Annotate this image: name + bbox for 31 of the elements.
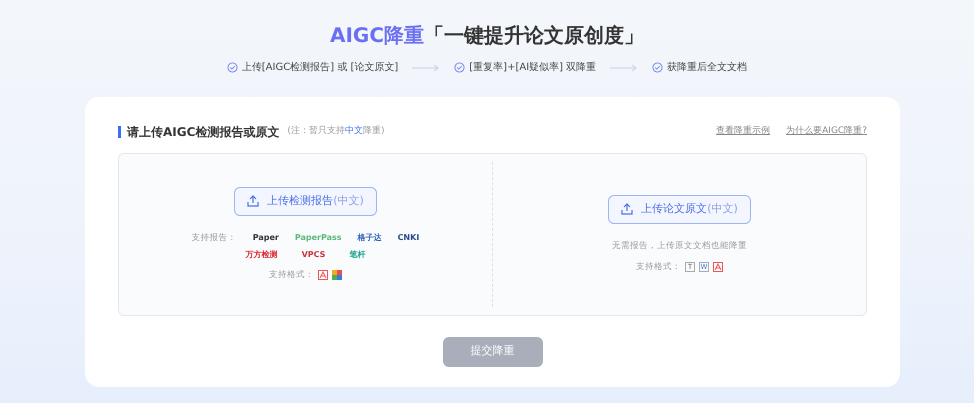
brand-logo: Paper [252,232,279,244]
brand-logo: 格子达 [358,232,382,244]
arrow-icon [610,64,638,72]
supported-label: 支持报告： [192,232,237,244]
page-title: AIGC降重「一键提升论文原创度」 [328,22,645,49]
check-circle-icon [454,62,466,73]
check-circle-icon [652,62,664,73]
step-label: [重复率]+[AI疑似率] 双降重 [469,60,596,75]
brand-logo: 万方检测 [246,248,278,260]
upload-hint: 无需报告，上传原文文档也能降重 [612,240,747,252]
arrow-icon [412,64,440,72]
brand-logo: 笔杆 [349,248,366,260]
upload-icon [621,203,634,216]
step-label: 上传[AIGC检测报告] 或 [论文原文] [242,60,398,75]
pdf-icon [318,270,328,280]
formats-label: 支持格式： [636,260,681,274]
help-link[interactable]: 为什么要AIGC降重? [786,125,867,138]
formats-label: 支持格式： [269,268,314,282]
step-label: 获降重后全文文档 [667,60,748,75]
upload-icon [247,195,260,208]
upload-button[interactable]: 上传检测报告(中文) [234,186,377,216]
section-heading: 请上传AIGC检测报告或原文 [118,126,280,138]
help-link[interactable]: 查看降重示例 [716,125,770,138]
image-icon [332,270,342,280]
brand-logo: PaperPass [294,232,342,244]
section-note: (注：暂只支持中文降重) [287,125,384,138]
check-circle-icon [226,62,238,73]
brand-logo: CNKI [398,232,420,244]
brand-logo: VPCS [302,248,326,260]
upload-button[interactable]: 上传论文原文(中文) [608,194,751,224]
pdf-icon [713,262,723,272]
